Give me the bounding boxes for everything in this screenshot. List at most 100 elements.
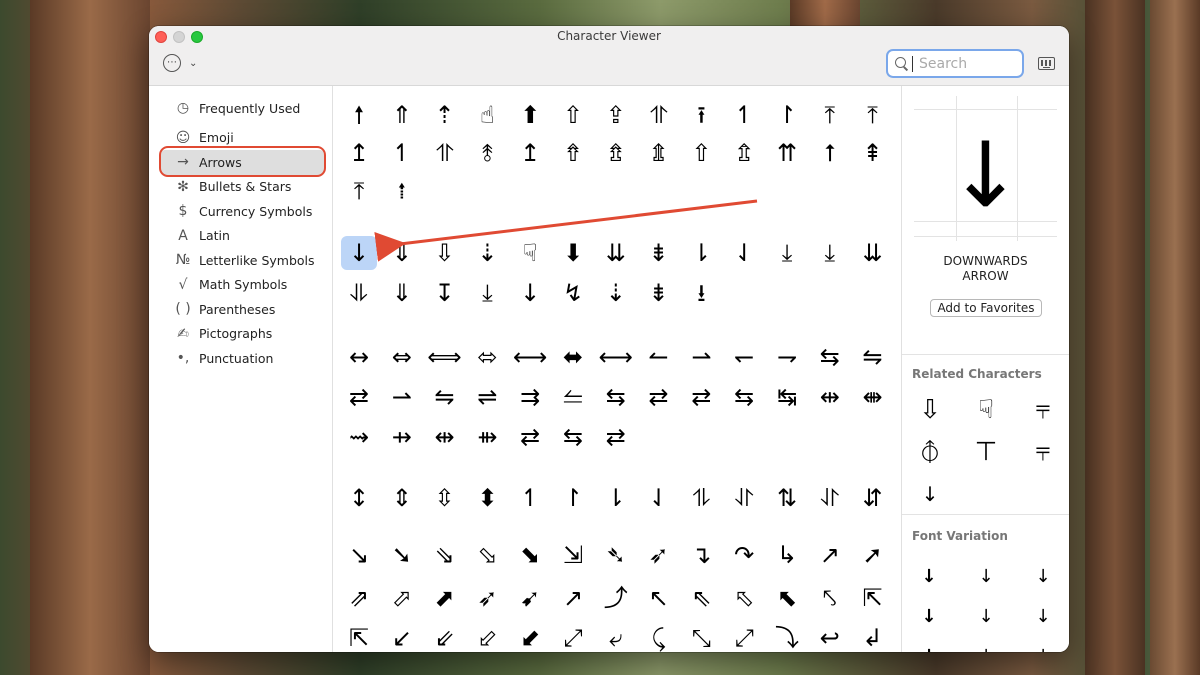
- character-cell[interactable]: ⥮: [683, 481, 719, 515]
- character-cell[interactable]: ↷: [726, 538, 762, 572]
- character-cell[interactable]: ⤣: [812, 581, 848, 615]
- character-cell[interactable]: ☟: [512, 236, 548, 270]
- character-cell[interactable]: ↿: [726, 98, 762, 132]
- character-cell[interactable]: ⤡: [683, 621, 719, 652]
- character-cell[interactable]: ⇅: [769, 481, 805, 515]
- character-cell[interactable]: ⇓: [384, 236, 420, 270]
- character-cell[interactable]: ⭳: [683, 276, 719, 310]
- character-cell[interactable]: ⤴: [598, 581, 634, 615]
- character-cell[interactable]: ⤒: [855, 98, 891, 132]
- character-cell[interactable]: ⇳: [427, 481, 463, 515]
- character-cell[interactable]: ☝: [469, 98, 505, 132]
- character-cell[interactable]: ⇞: [855, 136, 891, 170]
- character-cell[interactable]: ⇄: [683, 380, 719, 414]
- character-cell[interactable]: ⇖: [683, 581, 719, 615]
- character-cell[interactable]: ⇗: [341, 581, 377, 615]
- character-cell[interactable]: ↼: [641, 340, 677, 374]
- character-cell[interactable]: ⇕: [384, 481, 420, 515]
- character-cell[interactable]: ↲: [855, 621, 891, 652]
- sidebar-item-letterlike-symbols[interactable]: № Letterlike Symbols: [149, 248, 332, 273]
- character-cell[interactable]: ⇲: [555, 538, 591, 572]
- font-variation-glyph[interactable]: ↓: [914, 561, 944, 591]
- character-cell[interactable]: ↘: [341, 538, 377, 572]
- character-cell[interactable]: ⇼: [855, 380, 891, 414]
- related-character[interactable]: ↓: [910, 476, 950, 512]
- character-cell[interactable]: ⇯: [598, 136, 634, 170]
- character-cell[interactable]: ➹: [512, 581, 548, 615]
- character-cell[interactable]: ⇪: [598, 98, 634, 132]
- sidebar-item-emoji[interactable]: ☺ Emoji: [149, 126, 332, 151]
- character-cell[interactable]: ⇊: [855, 236, 891, 270]
- character-cell[interactable]: ⤹: [641, 621, 677, 652]
- character-cell[interactable]: ↓: [512, 276, 548, 310]
- character-cell[interactable]: ⇱: [341, 621, 377, 652]
- character-cell[interactable]: ↿: [512, 481, 548, 515]
- character-cell[interactable]: ↙: [384, 621, 420, 652]
- character-cell[interactable]: ↥: [341, 136, 377, 170]
- character-cell[interactable]: ⇧: [555, 98, 591, 132]
- character-cell[interactable]: ⇄: [598, 420, 634, 454]
- character-cell[interactable]: ⇋: [855, 340, 891, 374]
- character-cell[interactable]: ⇮: [555, 136, 591, 170]
- character-cell[interactable]: ⇟: [641, 236, 677, 270]
- character-cell[interactable]: ⟺: [427, 340, 463, 374]
- character-cell[interactable]: ⇋: [427, 380, 463, 414]
- character-cell[interactable]: ⇆: [555, 420, 591, 454]
- character-cell[interactable]: ↥: [512, 136, 548, 170]
- character-cell[interactable]: ⇧: [683, 136, 719, 170]
- character-cell[interactable]: ⇓: [384, 276, 420, 310]
- character-cell[interactable]: ⇆: [812, 340, 848, 374]
- character-cell[interactable]: ↴: [683, 538, 719, 572]
- search-field[interactable]: [886, 49, 1024, 78]
- character-cell[interactable]: ➘: [384, 538, 420, 572]
- character-cell[interactable]: ⤵: [769, 621, 805, 652]
- font-variation-glyph[interactable]: ↓: [1028, 601, 1058, 631]
- character-cell[interactable]: ↕: [341, 481, 377, 515]
- action-menu-button[interactable]: ⋯ ⌄: [163, 54, 197, 72]
- character-cell[interactable]: ↽: [726, 340, 762, 374]
- character-cell[interactable]: ⥣: [427, 136, 463, 170]
- character-cell[interactable]: ⤓: [469, 276, 505, 310]
- character-cell[interactable]: ↔: [341, 340, 377, 374]
- font-variation-glyph[interactable]: ↓: [971, 561, 1001, 591]
- character-cell[interactable]: ↧: [427, 276, 463, 310]
- character-cell[interactable]: ⬍: [469, 481, 505, 515]
- character-cell[interactable]: ↯: [555, 276, 591, 310]
- character-cell[interactable]: ⇄: [512, 420, 548, 454]
- related-character[interactable]: ⫧: [1023, 434, 1063, 470]
- character-cell[interactable]: ⥣: [641, 98, 677, 132]
- character-cell[interactable]: ⇄: [341, 380, 377, 414]
- character-cell[interactable]: ⇂: [683, 236, 719, 270]
- character-cell[interactable]: ⤓: [812, 236, 848, 270]
- character-cell[interactable]: ⤒: [341, 174, 377, 208]
- character-cell[interactable]: ⭡: [812, 136, 848, 170]
- font-variation-glyph[interactable]: ↓: [1028, 561, 1058, 591]
- character-cell[interactable]: ➚: [855, 538, 891, 572]
- character-cell[interactable]: ⇬: [726, 136, 762, 170]
- character-cell[interactable]: ↹: [769, 380, 805, 414]
- character-cell[interactable]: ⇸: [384, 420, 420, 454]
- character-cell[interactable]: ⇔: [384, 340, 420, 374]
- character-cell[interactable]: ⇘: [427, 538, 463, 572]
- related-character[interactable]: ⫧: [1023, 392, 1063, 428]
- related-character[interactable]: ⊤: [966, 434, 1006, 470]
- character-cell[interactable]: ⬈: [427, 581, 463, 615]
- character-cell[interactable]: ⥥: [341, 276, 377, 310]
- character-cell[interactable]: ⬄: [469, 340, 505, 374]
- sidebar-item-arrows[interactable]: → Arrows: [161, 150, 324, 175]
- character-cell[interactable]: ⬉: [769, 581, 805, 615]
- character-cell[interactable]: ⭫: [384, 174, 420, 208]
- character-cell[interactable]: ↗: [812, 538, 848, 572]
- character-cell[interactable]: ⇂: [598, 481, 634, 515]
- character-cell[interactable]: ⇡: [427, 98, 463, 132]
- character-cell[interactable]: ⟷: [512, 340, 548, 374]
- character-cell[interactable]: ⤓: [769, 236, 805, 270]
- character-cell[interactable]: ⇹: [812, 380, 848, 414]
- character-cell[interactable]: ⇆: [726, 380, 762, 414]
- character-cell[interactable]: ⇙: [427, 621, 463, 652]
- search-input[interactable]: [919, 55, 1019, 72]
- character-cell[interactable]: ⇟: [641, 276, 677, 310]
- character-cell[interactable]: ⬊: [512, 538, 548, 572]
- sidebar-item-latin[interactable]: A Latin: [149, 224, 332, 249]
- sidebar-item-bullets-stars[interactable]: ✻ Bullets & Stars: [149, 175, 332, 200]
